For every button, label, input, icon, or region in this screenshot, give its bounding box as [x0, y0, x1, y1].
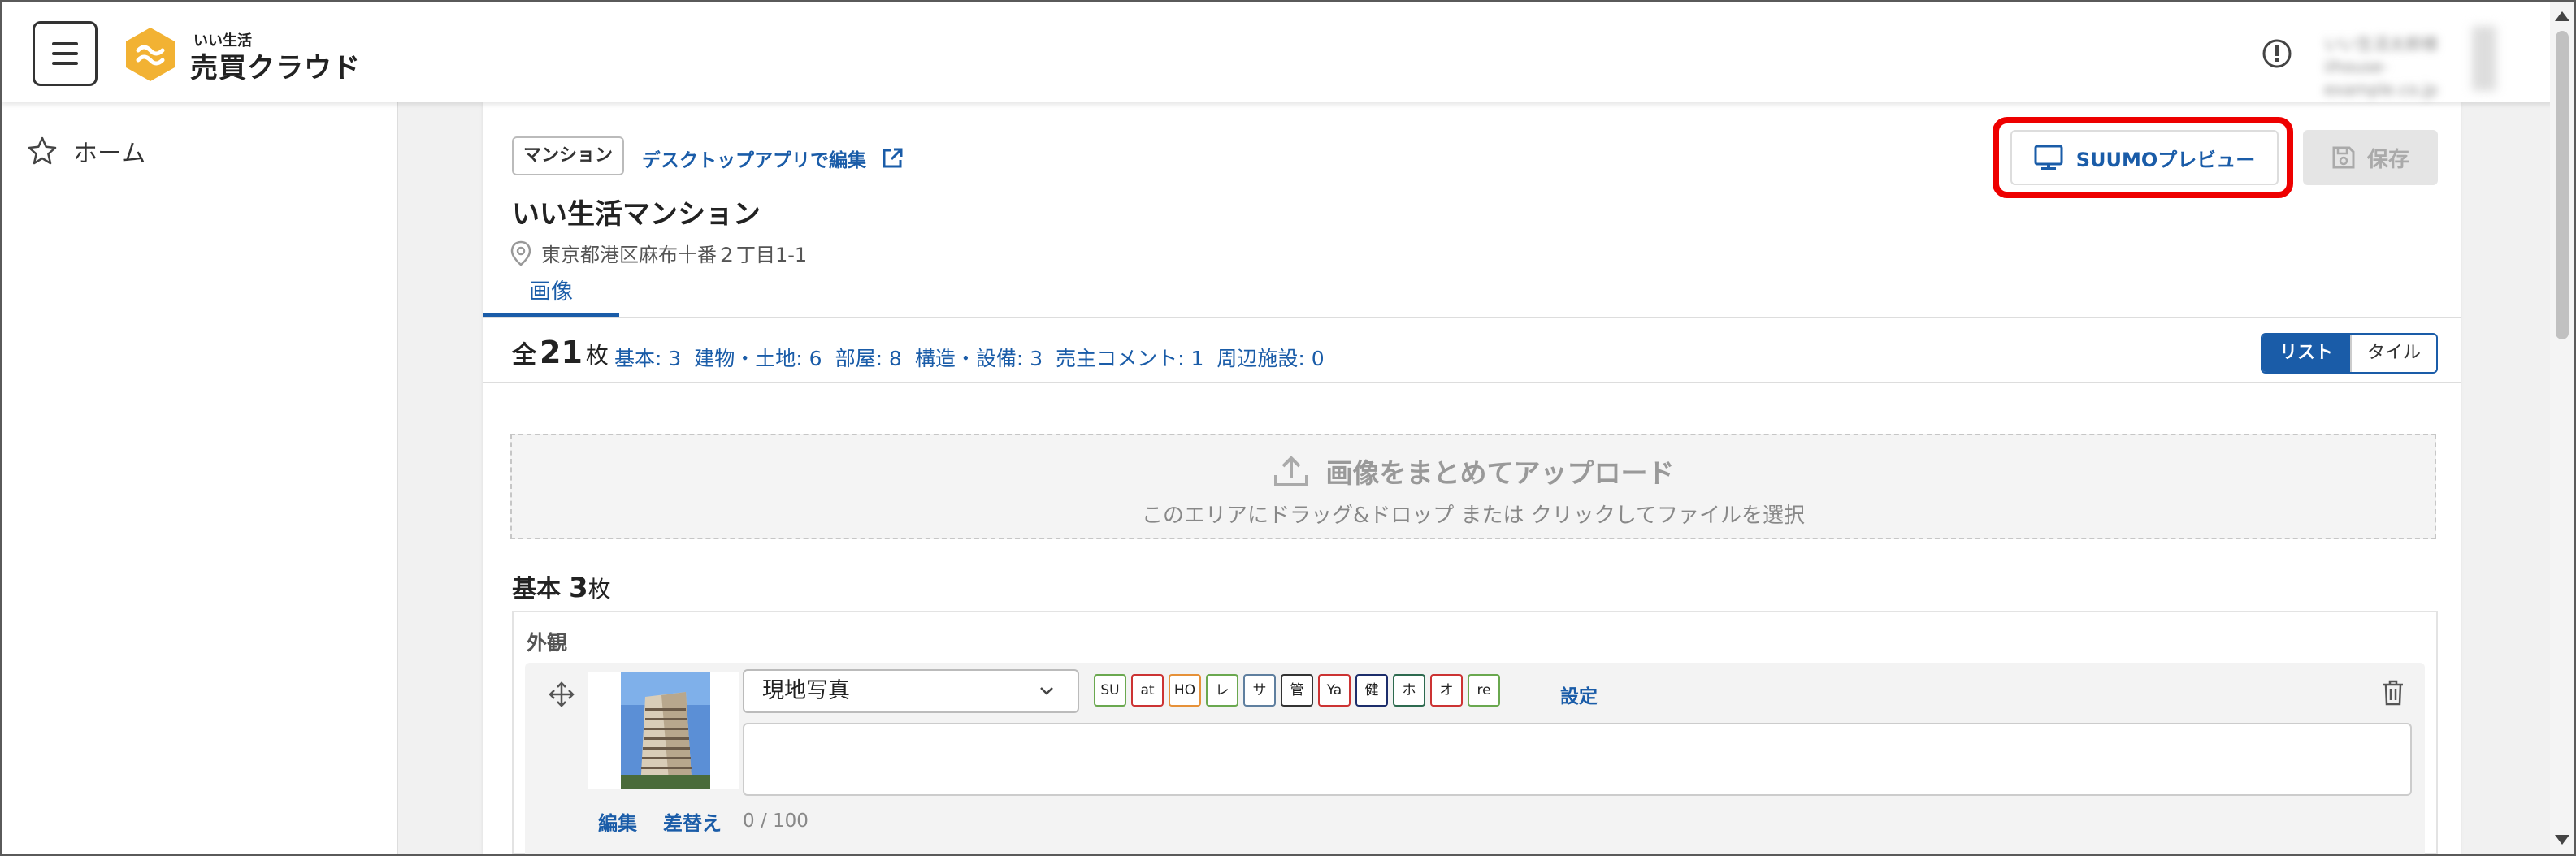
upload-icon — [1273, 456, 1308, 486]
save-disk-icon — [2332, 146, 2355, 169]
star-icon — [28, 136, 57, 165]
property-type-badge: マンション — [512, 136, 625, 175]
category-link-basic[interactable]: 基本: 3 — [614, 343, 681, 372]
brand-title[interactable]: 売買クラウド — [190, 45, 361, 85]
user-avatar[interactable] — [2472, 26, 2496, 91]
menu-icon-bar — [52, 62, 78, 65]
settings-link[interactable]: 設定 — [1560, 681, 1598, 708]
portal-tag: HO — [1169, 674, 1201, 707]
section-title-basic: 基本 3 枚 — [512, 572, 611, 604]
tab-images[interactable]: 画像 — [483, 281, 619, 317]
portal-tags: SU at HO レサ管 Ya 健ホオ re — [1094, 674, 1500, 707]
portal-tag: ホ — [1393, 674, 1425, 707]
suumo-preview-button[interactable]: SUUMOプレビュー — [2010, 130, 2279, 185]
category-link-structure[interactable]: 構造・設備: 3 — [915, 343, 1043, 372]
sidebar: ホーム — [2, 102, 398, 854]
category-link-room[interactable]: 部屋: 8 — [835, 343, 902, 372]
dropzone-title: 画像をまとめてアップロード — [512, 452, 2435, 491]
scroll-down-arrow-icon[interactable] — [2555, 835, 2569, 845]
view-list-button[interactable]: リスト — [2262, 335, 2350, 372]
portal-tag: レ — [1206, 674, 1238, 707]
upload-dropzone[interactable]: 画像をまとめてアップロード このエリアにドラッグ&ドロップ または クリックして… — [510, 434, 2436, 539]
scroll-up-arrow-icon[interactable] — [2555, 11, 2569, 21]
property-name: いい生活マンション — [512, 198, 761, 231]
view-toggle: リスト タイル — [2261, 333, 2438, 374]
image-comment-textarea[interactable] — [743, 723, 2412, 796]
location-pin-icon — [510, 240, 531, 266]
replace-image-link[interactable]: 差替え — [663, 807, 722, 836]
portal-tag: SU — [1094, 674, 1126, 707]
external-link-icon — [883, 148, 903, 168]
image-row: 編集 差替え 現地写真 SUatHOレサ管Ya健ホオre 設定 0 — [525, 663, 2425, 854]
category-link-seller-comment[interactable]: 売主コメント: 1 — [1056, 343, 1203, 372]
portal-tag: at — [1131, 674, 1164, 707]
category-link-nearby[interactable]: 周辺施設: 0 — [1216, 343, 1324, 372]
brand-logo-icon — [126, 28, 175, 81]
building-photo-icon — [621, 672, 710, 789]
property-card: マンション デスクトップアプリで編集 いい生活マンション 東京都港区麻布十番２丁… — [483, 102, 2461, 854]
sidebar-item-label: ホーム — [73, 140, 146, 168]
image-thumbnail[interactable] — [588, 672, 739, 789]
menu-icon-bar — [52, 52, 78, 55]
vertical-scrollbar[interactable] — [2550, 2, 2574, 854]
info-alert-icon[interactable] — [2261, 37, 2293, 70]
dropzone-subtitle: このエリアにドラッグ&ドロップ または クリックしてファイルを選択 — [1141, 504, 1806, 528]
user-account[interactable]: いい生活太郎様 iihouse-example.co.jp — [2324, 32, 2470, 99]
scroll-thumb[interactable] — [2556, 31, 2569, 339]
portal-tag: サ — [1243, 674, 1276, 707]
portal-tag: 健 — [1355, 674, 1388, 707]
image-type-select[interactable]: 現地写真 — [743, 669, 1079, 713]
group-label: 外観 — [527, 631, 568, 655]
character-counter: 0 / 100 — [743, 811, 809, 832]
save-button[interactable]: 保存 — [2303, 130, 2438, 185]
trash-icon[interactable] — [2381, 679, 2405, 707]
top-header: いい生活 売買クラウド いい生活太郎様 iihouse-example.co.j… — [2, 2, 2574, 102]
edit-image-link[interactable]: 編集 — [598, 807, 637, 836]
monitor-icon — [2034, 145, 2063, 170]
desktop-app-edit-link[interactable]: デスクトップアプリで編集 — [642, 145, 904, 172]
property-address: 東京都港区麻布十番２丁目1-1 — [510, 239, 807, 267]
thumbnail-actions: 編集 差替え — [598, 807, 722, 836]
drag-handle-icon[interactable] — [548, 681, 575, 708]
menu-button[interactable] — [33, 21, 98, 86]
app-window: いい生活 売買クラウド いい生活太郎様 iihouse-example.co.j… — [0, 0, 2576, 856]
image-count-bar: 全 21 枚 基本: 3 建物・土地: 6 部屋: 8 構造・設備: 3 売主コ… — [483, 318, 2461, 383]
sidebar-item-home[interactable]: ホーム — [26, 133, 145, 169]
chevron-down-icon — [1040, 687, 1053, 695]
portal-tag: re — [1468, 674, 1500, 707]
portal-tag: 管 — [1281, 674, 1313, 707]
category-link-building[interactable]: 建物・土地: 6 — [694, 343, 822, 372]
tab-bar: 画像 — [483, 281, 2461, 318]
image-group-exterior: 外観 編集 差替え 現地写真 SU at HO レ サ 管 Ya 健 ホ オ r… — [512, 611, 2438, 854]
view-tile-button[interactable]: タイル — [2350, 335, 2436, 372]
menu-icon-bar — [52, 42, 78, 45]
total-count: 全 21 枚 — [512, 335, 609, 370]
portal-tag: オ — [1430, 674, 1463, 707]
category-links: 基本: 3 建物・土地: 6 部屋: 8 構造・設備: 3 売主コメント: 1 … — [614, 343, 1325, 372]
portal-tag: Ya — [1318, 674, 1351, 707]
